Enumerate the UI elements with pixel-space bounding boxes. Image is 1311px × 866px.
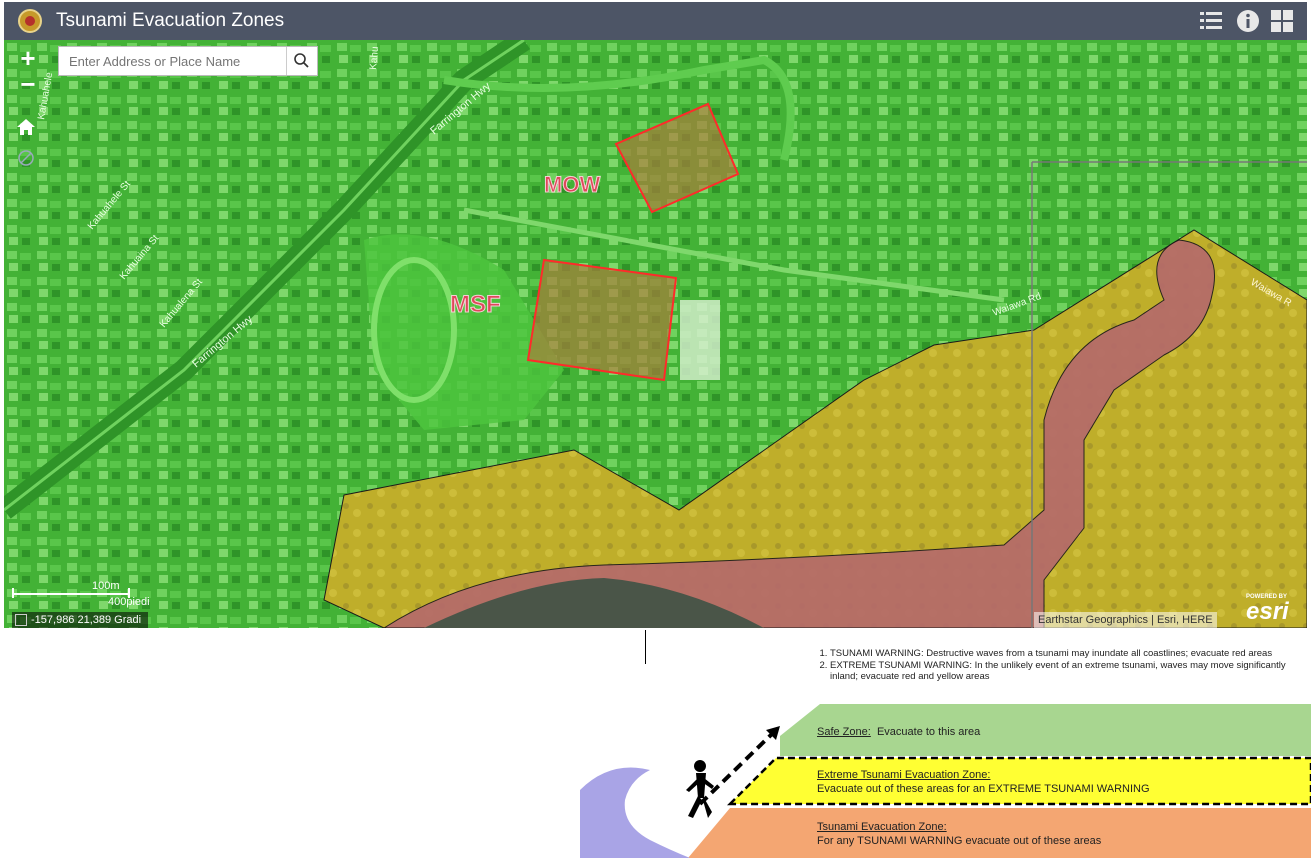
safe-zone-title: Safe Zone: (817, 726, 871, 738)
scale-bar: 100m 400piedi (12, 580, 150, 610)
search-icon (294, 53, 309, 68)
extreme-zone-desc: Evacuate out of these areas for an EXTRE… (817, 783, 1150, 795)
arrow-head-icon (766, 726, 780, 740)
zoom-in-button[interactable]: + (18, 45, 38, 71)
map-attribution: Earthstar Geographics | Esri, HERE (1034, 612, 1217, 628)
search-input[interactable] (59, 47, 297, 75)
locate-icon[interactable] (16, 148, 36, 168)
esri-name-label: esri (1246, 598, 1289, 625)
map-view[interactable]: MOW MSF Farrington Hwy Farrington Hwy Ka… (4, 40, 1307, 628)
mow-label: MOW (544, 172, 600, 197)
map-canvas[interactable]: MOW MSF Farrington Hwy Farrington Hwy Ka… (4, 40, 1307, 628)
coordinates-text: -157,986 21,389 Gradi (31, 614, 142, 626)
msf-site-rectangle (526, 258, 678, 382)
scale-metric-label: 100m (92, 580, 120, 592)
safe-zone-desc: Evacuate to this area (876, 726, 981, 738)
app-header: Tsunami Evacuation Zones (4, 2, 1307, 40)
scale-imperial-label: 400piedi (108, 596, 150, 608)
extreme-zone-title: Extreme Tsunami Evacuation Zone: (817, 769, 991, 781)
grid-icon[interactable] (1269, 8, 1295, 34)
search-button[interactable] (286, 47, 317, 75)
info-icon[interactable] (1235, 8, 1261, 34)
tsunami-zone-title: Tsunami Evacuation Zone: (817, 821, 947, 833)
search-box (58, 46, 318, 76)
home-icon[interactable] (16, 118, 36, 136)
extreme-zone-text: Extreme Tsunami Evacuation Zone: Evacuat… (817, 768, 1150, 796)
legend-notes: TSUNAMI WARNING: Destructive waves from … (816, 648, 1304, 683)
safe-zone-text: Safe Zone: Evacuate to this area (817, 726, 980, 738)
wave-illustration (580, 767, 690, 858)
tsunami-zone-text: Tsunami Evacuation Zone: For any TSUNAMI… (817, 820, 1101, 848)
tsunami-zone-desc: For any TSUNAMI WARNING evacuate out of … (817, 835, 1102, 847)
coordinates-readout: -157,986 21,389 Gradi (12, 612, 148, 628)
list-icon[interactable] (1198, 8, 1224, 34)
legend-note: EXTREME TSUNAMI WARNING: In the unlikely… (830, 660, 1304, 683)
msf-label: MSF (450, 291, 501, 318)
street-label: Kahu (368, 46, 381, 70)
esri-logo: POWERED BY esri (1242, 592, 1302, 626)
crosshair-icon[interactable] (15, 614, 27, 626)
zoom-out-button[interactable]: − (18, 71, 38, 97)
app-title: Tsunami Evacuation Zones (56, 10, 285, 31)
person-running-icon (686, 760, 714, 818)
city-seal-logo (18, 9, 42, 33)
evacuation-legend: TSUNAMI WARNING: Destructive waves from … (580, 640, 1311, 866)
legend-note: TSUNAMI WARNING: Destructive waves from … (830, 648, 1304, 660)
building-roof (680, 300, 720, 380)
